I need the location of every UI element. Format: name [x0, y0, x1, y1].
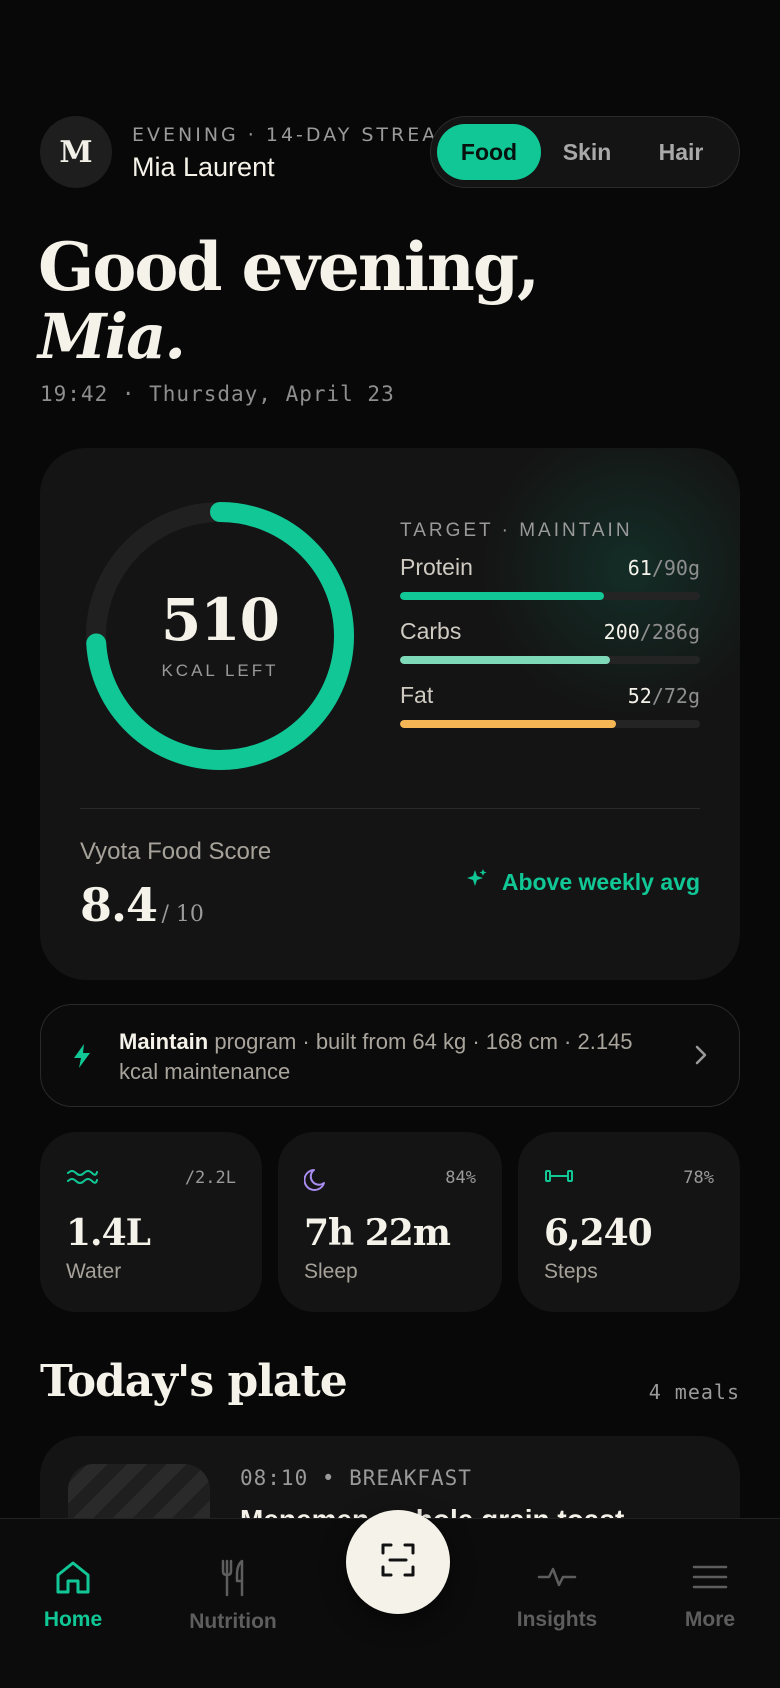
program-text: Maintain program · built from 64 kg · 16… [119, 1029, 633, 1084]
sparkle-icon [466, 868, 488, 896]
streak-label: EVENING · 14-DAY STREAK [132, 124, 454, 146]
meal-count: 4 meals [648, 1380, 740, 1404]
pulse-icon [537, 1559, 577, 1600]
kcal-left-label: KCAL LEFT [161, 661, 279, 680]
stat-percent: 84% [445, 1168, 476, 1188]
fork-knife-icon [218, 1559, 248, 1602]
macro-name: Carbs [400, 618, 462, 644]
user-name: Mia Laurent [132, 152, 275, 182]
greeting-title: Good evening, [38, 228, 540, 306]
score-trend-label: Above weekly avg [501, 868, 700, 895]
stat-steps[interactable]: 78% 6,240 Steps [518, 1132, 740, 1312]
macro-value: 61/90g [627, 556, 700, 580]
macro-track [400, 720, 700, 728]
section-title: Today's plate [40, 1356, 348, 1407]
scan-button[interactable] [346, 1510, 450, 1614]
scan-icon [381, 1543, 415, 1582]
stat-water[interactable]: /2.2L 1.4L Water [40, 1132, 262, 1312]
nav-label: More [684, 1608, 736, 1631]
kcal-left-value: 510 [160, 586, 280, 654]
nav-more[interactable]: More [650, 1559, 770, 1632]
water-waves-icon [66, 1166, 98, 1193]
nav-insights[interactable]: Insights [497, 1559, 617, 1632]
nav-label: Nutrition [189, 1610, 277, 1633]
stat-goal: /2.2L [184, 1168, 236, 1188]
stat-value: 6,240 [544, 1212, 653, 1254]
macro-value: 200/286g [603, 620, 700, 644]
nav-home[interactable]: Home [13, 1559, 133, 1632]
macro-track [400, 592, 700, 600]
chevron-right-icon [693, 1043, 709, 1072]
food-score-label: Vyota Food Score [80, 838, 272, 865]
header: M EVENING · 14-DAY STREAK Mia Laurent Fo… [40, 116, 740, 188]
category-segmented-control: Food Skin Hair [430, 116, 740, 188]
nav-label: Insights [516, 1608, 598, 1631]
macro-fill [400, 592, 604, 600]
greeting-name: Mia. [38, 300, 186, 373]
home-icon [54, 1559, 92, 1600]
ring-center: 510 KCAL LEFT [78, 494, 362, 778]
macro-track [400, 656, 700, 664]
macro-value: 52/72g [627, 684, 700, 708]
macro-name: Protein [400, 554, 473, 580]
stat-value: 1.4L [66, 1212, 151, 1254]
moon-icon [303, 1166, 330, 1197]
menu-icon [692, 1559, 728, 1600]
stat-label: Steps [544, 1260, 598, 1283]
food-score-denominator: / 10 [161, 902, 204, 927]
macro-fill [400, 656, 610, 664]
food-score: 8.4 / 10 [80, 878, 204, 932]
segment-food[interactable]: Food [437, 124, 541, 180]
macro-carbs: Carbs 200/286g [400, 618, 700, 678]
macro-fill [400, 720, 616, 728]
avatar[interactable]: M [40, 116, 112, 188]
datetime: 19:42 · Thursday, April 23 [40, 382, 395, 406]
stat-sleep[interactable]: 84% 7h 22m Sleep [278, 1132, 502, 1312]
macro-fat: Fat 52/72g [400, 682, 700, 742]
meal-time: 08:10 • BREAKFAST [240, 1466, 472, 1490]
target-label: TARGET · MAINTAIN [400, 520, 633, 541]
calories-card: 510 KCAL LEFT TARGET · MAINTAIN Protein … [40, 448, 740, 980]
score-trend[interactable]: Above weekly avg [466, 868, 700, 896]
program-banner[interactable]: Maintain program · built from 64 kg · 16… [40, 1004, 740, 1107]
dumbbell-icon [544, 1166, 574, 1191]
stat-value: 7h 22m [304, 1212, 451, 1254]
segment-hair[interactable]: Hair [633, 124, 729, 180]
segment-skin[interactable]: Skin [541, 124, 633, 180]
food-score-value: 8.4 [80, 878, 158, 932]
stat-percent: 78% [683, 1168, 714, 1188]
calorie-ring: 510 KCAL LEFT [78, 494, 362, 778]
macro-name: Fat [400, 682, 434, 708]
stat-label: Sleep [304, 1260, 358, 1283]
lightning-icon [71, 1043, 93, 1074]
card-divider [80, 808, 700, 809]
macro-protein: Protein 61/90g [400, 554, 700, 614]
nav-nutrition[interactable]: Nutrition [173, 1559, 293, 1634]
nav-label: Home [43, 1608, 103, 1631]
stat-label: Water [66, 1260, 122, 1283]
